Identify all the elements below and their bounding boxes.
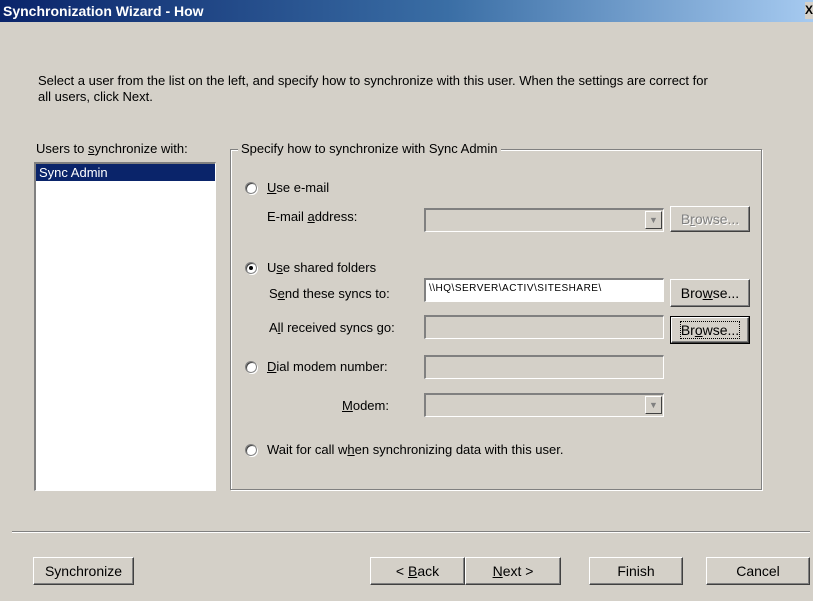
email-browse-button[interactable]: Browse... xyxy=(670,206,750,232)
wait-radio[interactable] xyxy=(245,444,257,456)
window-title: Synchronization Wizard - How xyxy=(3,3,204,19)
synchronize-button[interactable]: Synchronize xyxy=(33,557,134,585)
close-icon[interactable]: X xyxy=(805,2,813,19)
back-button[interactable]: < Back xyxy=(370,557,465,585)
shared-folders-option-label[interactable]: Use shared folders xyxy=(267,260,376,275)
group-legend: Specify how to synchronize with Sync Adm… xyxy=(238,141,501,156)
users-list-label: Users to synchronize with: xyxy=(36,141,188,156)
next-button[interactable]: Next > xyxy=(465,557,561,585)
list-item[interactable]: Sync Admin xyxy=(36,164,215,181)
email-option-label[interactable]: Use e-mail xyxy=(267,180,329,195)
shared-folders-radio[interactable] xyxy=(245,262,257,274)
received-syncs-field[interactable] xyxy=(424,315,664,339)
send-syncs-field[interactable]: \\HQ\SERVER\ACTIV\SITESHARE\ xyxy=(424,278,664,302)
email-radio[interactable] xyxy=(245,182,257,194)
send-syncs-value: \\HQ\SERVER\ACTIV\SITESHARE\ xyxy=(429,283,602,294)
finish-button[interactable]: Finish xyxy=(589,557,683,585)
modem-number-field[interactable] xyxy=(424,355,664,379)
users-listbox[interactable]: Sync Admin xyxy=(34,162,216,491)
email-address-label: E-mail address: xyxy=(267,209,358,224)
modem-radio[interactable] xyxy=(245,361,257,373)
title-bar: Synchronization Wizard - How X xyxy=(0,0,813,22)
chevron-down-icon[interactable]: ▼ xyxy=(645,211,662,229)
cancel-button[interactable]: Cancel xyxy=(706,557,810,585)
email-address-field[interactable]: ▼ xyxy=(424,208,664,232)
modem-select[interactable]: ▼ xyxy=(424,393,664,417)
modem-option-label[interactable]: Dial modem number: xyxy=(267,359,388,374)
modem-label: Modem: xyxy=(342,398,389,413)
send-browse-button[interactable]: Browse... xyxy=(670,279,750,307)
received-syncs-label: All received syncs go: xyxy=(269,320,395,335)
chevron-down-icon[interactable]: ▼ xyxy=(645,396,662,414)
send-syncs-label: Send these syncs to: xyxy=(269,286,390,301)
intro-text: Select a user from the list on the left,… xyxy=(38,73,708,104)
received-browse-button[interactable]: Browse... xyxy=(670,316,750,344)
footer-separator xyxy=(12,531,810,533)
wait-option-label[interactable]: Wait for call when synchronizing data wi… xyxy=(267,442,564,457)
